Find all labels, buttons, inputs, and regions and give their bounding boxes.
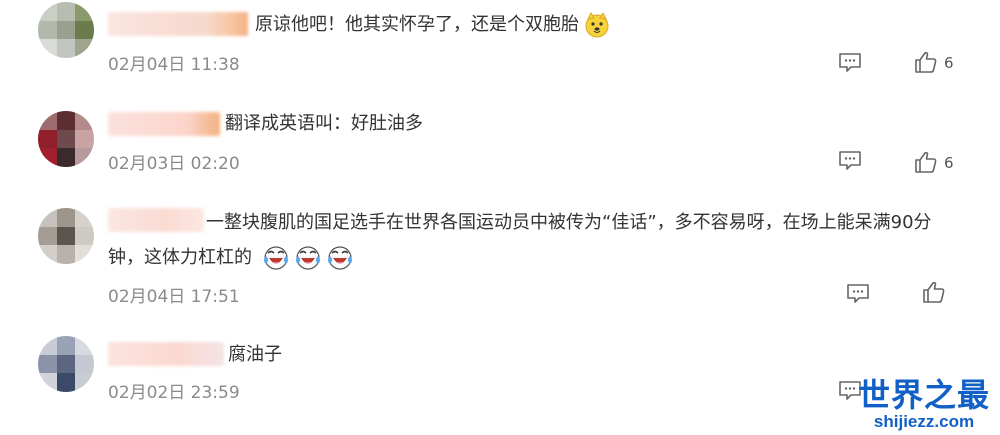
avatar-pixel [38, 336, 57, 355]
comment-item: 腐油子 02月02日 23:59 [0, 330, 1000, 435]
avatar-pixel [75, 111, 94, 130]
reply-button[interactable] [838, 52, 862, 72]
avatar-pixel [56, 111, 76, 130]
comment-text: 翻译成英语叫：好肚油多 [225, 113, 423, 134]
comment-timestamp: 02月04日 11:38 [108, 55, 240, 75]
avatar-pixel [38, 129, 57, 149]
dog-face-emoji [583, 11, 611, 39]
comment-item: 原谅他吧！他其实怀孕了，还是个双胞胎 02月04日 11:38 6 [0, 0, 1000, 90]
avatar-pixel [75, 373, 94, 392]
like-button[interactable] [914, 50, 938, 74]
comment-timestamp: 02月02日 23:59 [108, 383, 240, 403]
username-redacted[interactable] [108, 208, 204, 232]
avatar-pixel [75, 226, 94, 246]
avatar-pixel [38, 373, 57, 392]
avatar-pixel [56, 20, 76, 40]
avatar-pixel [75, 129, 94, 149]
avatar-pixel [38, 148, 57, 167]
laughing-face-emoji [262, 244, 290, 272]
comment-text: 钟，这体力杠杠的 [108, 243, 354, 273]
avatar-pixel [56, 148, 76, 167]
avatar[interactable] [38, 208, 94, 264]
watermark-url: shijiezz.com [873, 412, 975, 431]
comment-icon [839, 53, 861, 72]
avatar-pixel [75, 20, 94, 40]
avatar-pixel [38, 208, 57, 227]
username-redacted[interactable] [108, 12, 248, 36]
avatar-pixel [75, 39, 94, 58]
avatar-pixel [38, 226, 57, 246]
thumbs-up-icon [915, 51, 937, 73]
avatar-pixel [56, 226, 76, 246]
avatar-pixel [38, 111, 57, 130]
avatar-pixel [38, 20, 57, 40]
reply-button[interactable] [846, 283, 870, 303]
like-button[interactable] [922, 280, 946, 304]
avatar-pixel [56, 245, 76, 264]
laughing-face-emoji [326, 244, 354, 272]
comment-text-line: 一整块腹肌的国足选手在世界各国运动员中被传为“佳话”，多不容易呀，在场上能呆满9… [206, 212, 932, 233]
username-redacted[interactable] [108, 112, 220, 136]
avatar-pixel [56, 39, 76, 58]
username-redacted[interactable] [108, 342, 224, 366]
avatar-pixel [75, 245, 94, 264]
avatar-pixel [56, 2, 76, 21]
comment-timestamp: 02月04日 17:51 [108, 287, 240, 307]
watermark-logo: 世界之最 [857, 376, 990, 414]
avatar-pixel [75, 2, 94, 21]
comment-icon [839, 151, 861, 170]
comment-item: 翻译成英语叫：好肚油多 02月03日 02:20 6 [0, 98, 1000, 188]
comment-icon [847, 284, 869, 303]
comment-text-line: 钟，这体力杠杠的 [108, 247, 252, 268]
comment-timestamp: 02月03日 02:20 [108, 154, 240, 174]
reply-button[interactable] [838, 150, 862, 170]
avatar[interactable] [38, 111, 94, 167]
comment-text: 腐油子 [228, 344, 282, 365]
avatar-pixel [75, 148, 94, 167]
avatar-pixel [75, 336, 94, 355]
avatar-pixel [38, 354, 57, 374]
avatar-pixel [56, 208, 76, 227]
laughing-face-emoji [294, 244, 322, 272]
thumbs-up-icon [915, 151, 937, 173]
avatar-pixel [38, 39, 57, 58]
avatar[interactable] [38, 336, 94, 392]
avatar-pixel [38, 2, 57, 21]
avatar-pixel [56, 373, 76, 392]
avatar-pixel [75, 208, 94, 227]
avatar-pixel [56, 129, 76, 149]
watermark: 世界之最 shijiezz.com [858, 377, 990, 431]
comment-text: 一整块腹肌的国足选手在世界各国运动员中被传为“佳话”，多不容易呀，在场上能呆满9… [206, 208, 932, 238]
avatar-pixel [75, 354, 94, 374]
like-count: 6 [944, 154, 954, 172]
avatar[interactable] [38, 2, 94, 58]
comment-text: 原谅他吧！他其实怀孕了，还是个双胞胎 [255, 10, 611, 40]
avatar-pixel [56, 336, 76, 355]
like-button[interactable] [914, 150, 938, 174]
comment-item: 一整块腹肌的国足选手在世界各国运动员中被传为“佳话”，多不容易呀，在场上能呆满9… [0, 196, 1000, 316]
like-count: 6 [944, 54, 954, 72]
thumbs-up-icon [923, 281, 945, 303]
avatar-pixel [38, 245, 57, 264]
avatar-pixel [56, 354, 76, 374]
